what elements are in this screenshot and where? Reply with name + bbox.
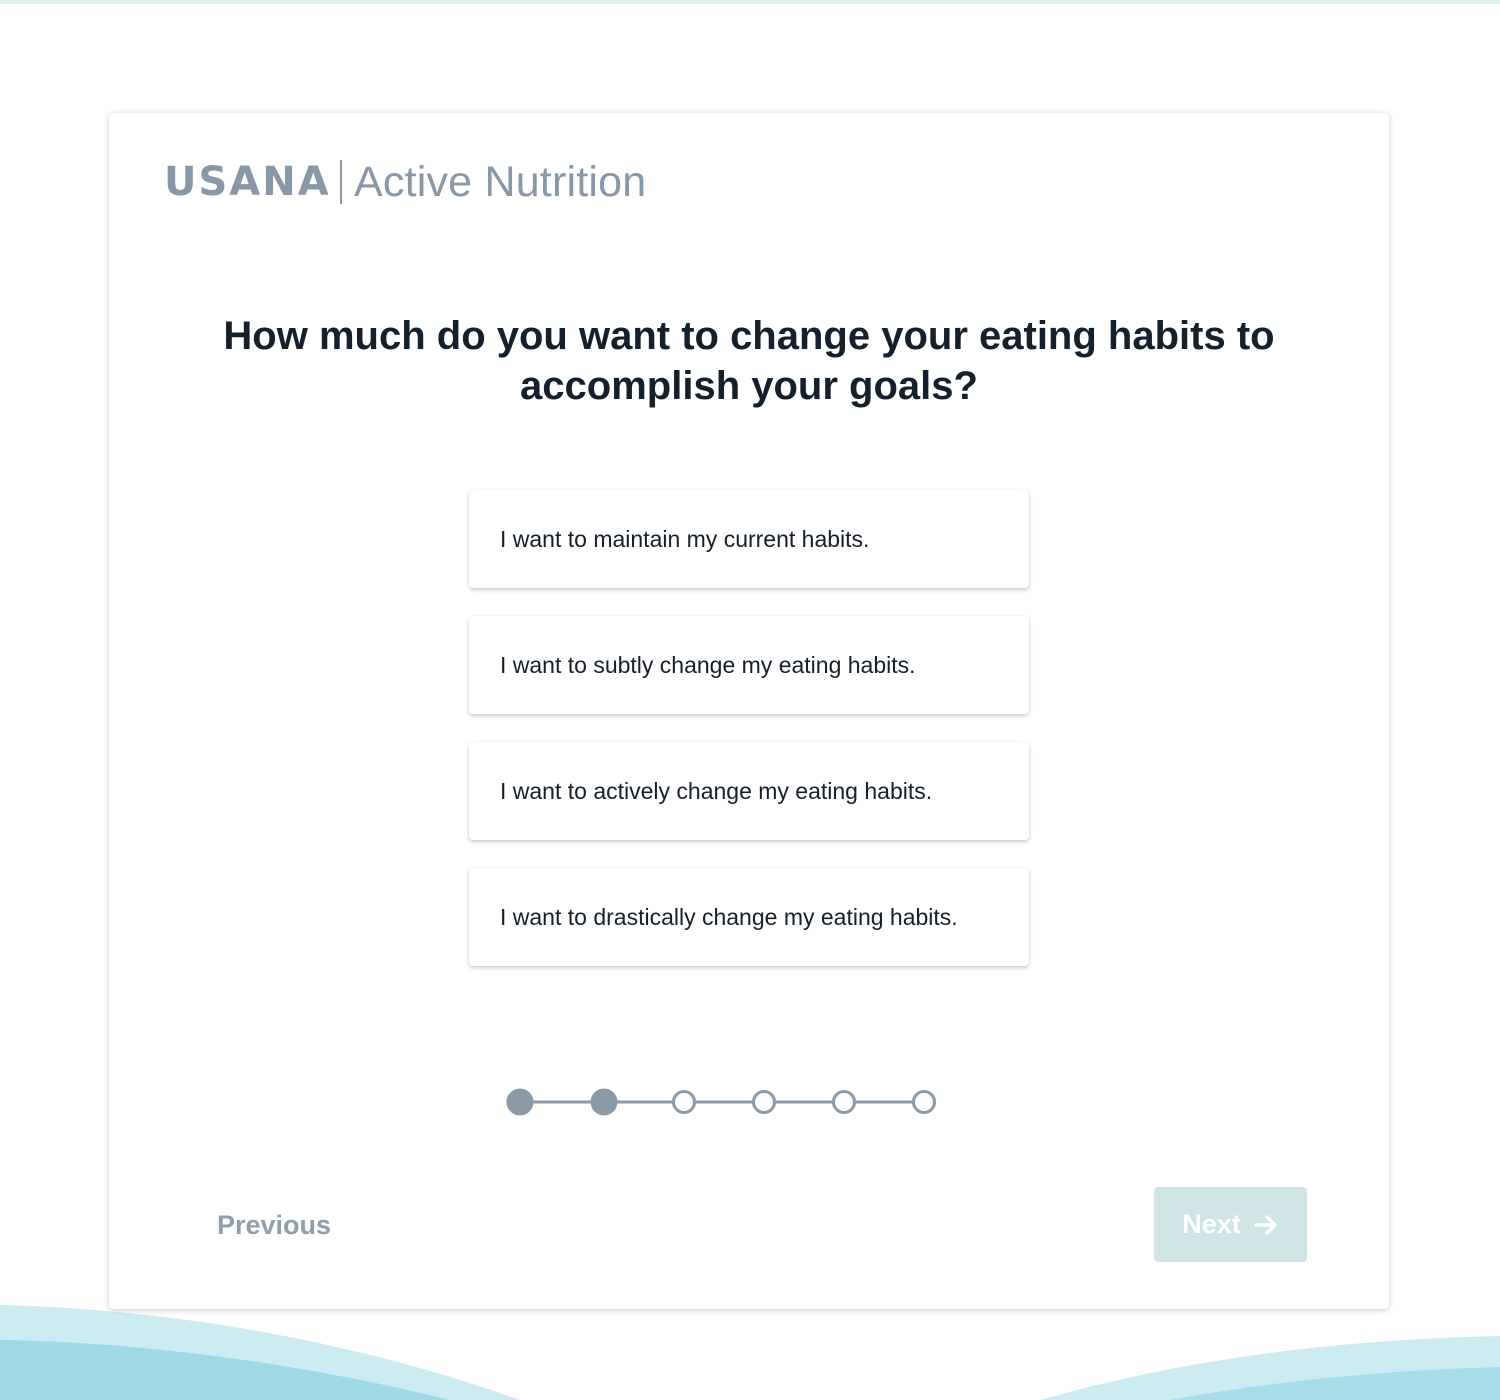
previous-button[interactable]: Previous (217, 1208, 331, 1242)
question-line-2: accomplish your goals? (520, 364, 978, 408)
step-dot-4-pending (752, 1090, 776, 1114)
arrow-right-icon (1254, 1214, 1277, 1235)
step-dot-2-completed (590, 1088, 618, 1116)
svg-text:USANA: USANA (164, 161, 328, 203)
option-subtly-change[interactable]: I want to subtly change my eating habits… (469, 616, 1029, 714)
logo-divider (340, 160, 342, 204)
option-drastically-change[interactable]: I want to drastically change my eating h… (469, 868, 1029, 966)
top-border (0, 0, 1500, 4)
option-actively-change[interactable]: I want to actively change my eating habi… (469, 742, 1029, 840)
next-button[interactable]: Next (1154, 1187, 1307, 1262)
step-dot-6-pending (912, 1090, 936, 1114)
question-line-1: How much do you want to change your eati… (223, 314, 1275, 358)
question-title: How much do you want to change your eati… (109, 311, 1389, 411)
step-dot-5-pending (832, 1090, 856, 1114)
next-label: Next (1182, 1209, 1241, 1239)
step-dot-3-pending (672, 1090, 696, 1114)
questionnaire-card: USANA Active Nutrition How much do you w… (109, 113, 1389, 1309)
step-dot-1-completed (506, 1088, 534, 1116)
brand-logo: USANA Active Nutrition (164, 157, 646, 207)
option-maintain[interactable]: I want to maintain my current habits. (469, 490, 1029, 588)
product-name: Active Nutrition (354, 157, 647, 206)
usana-logo-mark: USANA (164, 161, 328, 203)
